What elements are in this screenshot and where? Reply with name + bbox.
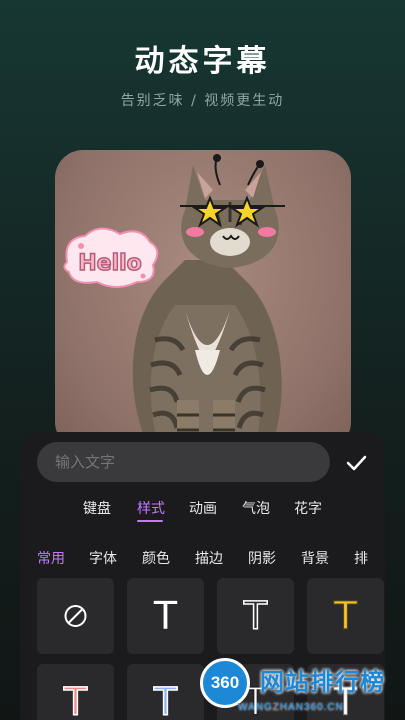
- watermark-url: WANGZHAN360.CN: [238, 702, 344, 713]
- svg-text:T: T: [153, 594, 178, 638]
- promo-headline: 动态字幕: [134, 44, 271, 79]
- subtab-shadow[interactable]: 阴影: [248, 548, 276, 568]
- tab-animation[interactable]: 动画: [189, 498, 217, 518]
- preview-photo: Hello: [55, 150, 351, 450]
- no-style-icon: [64, 605, 87, 627]
- watermark-logo: 360: [200, 658, 250, 708]
- subtab-color[interactable]: 颜色: [142, 548, 170, 568]
- subtab-outline[interactable]: 描边: [195, 548, 223, 568]
- cat-illustration: Hello: [63, 154, 285, 450]
- text-style-icon: T: [242, 593, 269, 639]
- style-tile-blue[interactable]: T: [127, 664, 204, 720]
- text-input[interactable]: [37, 442, 330, 482]
- svg-text:T: T: [63, 680, 88, 720]
- checkmark-icon[interactable]: [342, 449, 370, 477]
- watermark-name: 网站排行榜: [260, 668, 385, 696]
- tab-style[interactable]: 样式: [137, 498, 165, 518]
- text-style-icon: T: [152, 679, 179, 720]
- svg-text:Hello: Hello: [78, 251, 142, 276]
- style-subtabs: 常用 字体 颜色 描边 阴影 背景 排: [20, 548, 385, 570]
- active-tab-indicator: [137, 520, 163, 522]
- svg-text:T: T: [243, 594, 268, 638]
- text-style-icon: T: [332, 594, 358, 639]
- svg-text:T: T: [333, 594, 358, 638]
- site-watermark: 360 网站排行榜 WANGZHAN360.CN: [198, 656, 405, 720]
- subtab-font[interactable]: 字体: [89, 548, 117, 568]
- promo-subline: 告别乏味 / 视频更生动: [120, 93, 285, 109]
- tab-fancy-text[interactable]: 花字: [294, 498, 322, 518]
- subtab-arrange[interactable]: 排: [354, 548, 368, 568]
- subtab-common[interactable]: 常用: [37, 548, 65, 568]
- style-tile-none[interactable]: [37, 578, 114, 654]
- style-tile-pink[interactable]: T: [37, 664, 114, 720]
- subtab-background[interactable]: 背景: [301, 548, 329, 568]
- svg-text:T: T: [153, 680, 178, 720]
- style-tile-yellow[interactable]: T: [307, 578, 384, 654]
- tab-keyboard[interactable]: 键盘: [83, 498, 111, 518]
- style-tile-white-fill[interactable]: T: [127, 578, 204, 654]
- text-style-icon: T: [62, 679, 89, 720]
- editor-tabs: 键盘 样式 动画 气泡 花字: [20, 498, 385, 522]
- hello-sticker: Hello: [63, 227, 159, 288]
- text-style-icon: T: [153, 594, 178, 638]
- tab-bubble[interactable]: 气泡: [242, 498, 270, 518]
- style-tile-white-outline[interactable]: T: [217, 578, 294, 654]
